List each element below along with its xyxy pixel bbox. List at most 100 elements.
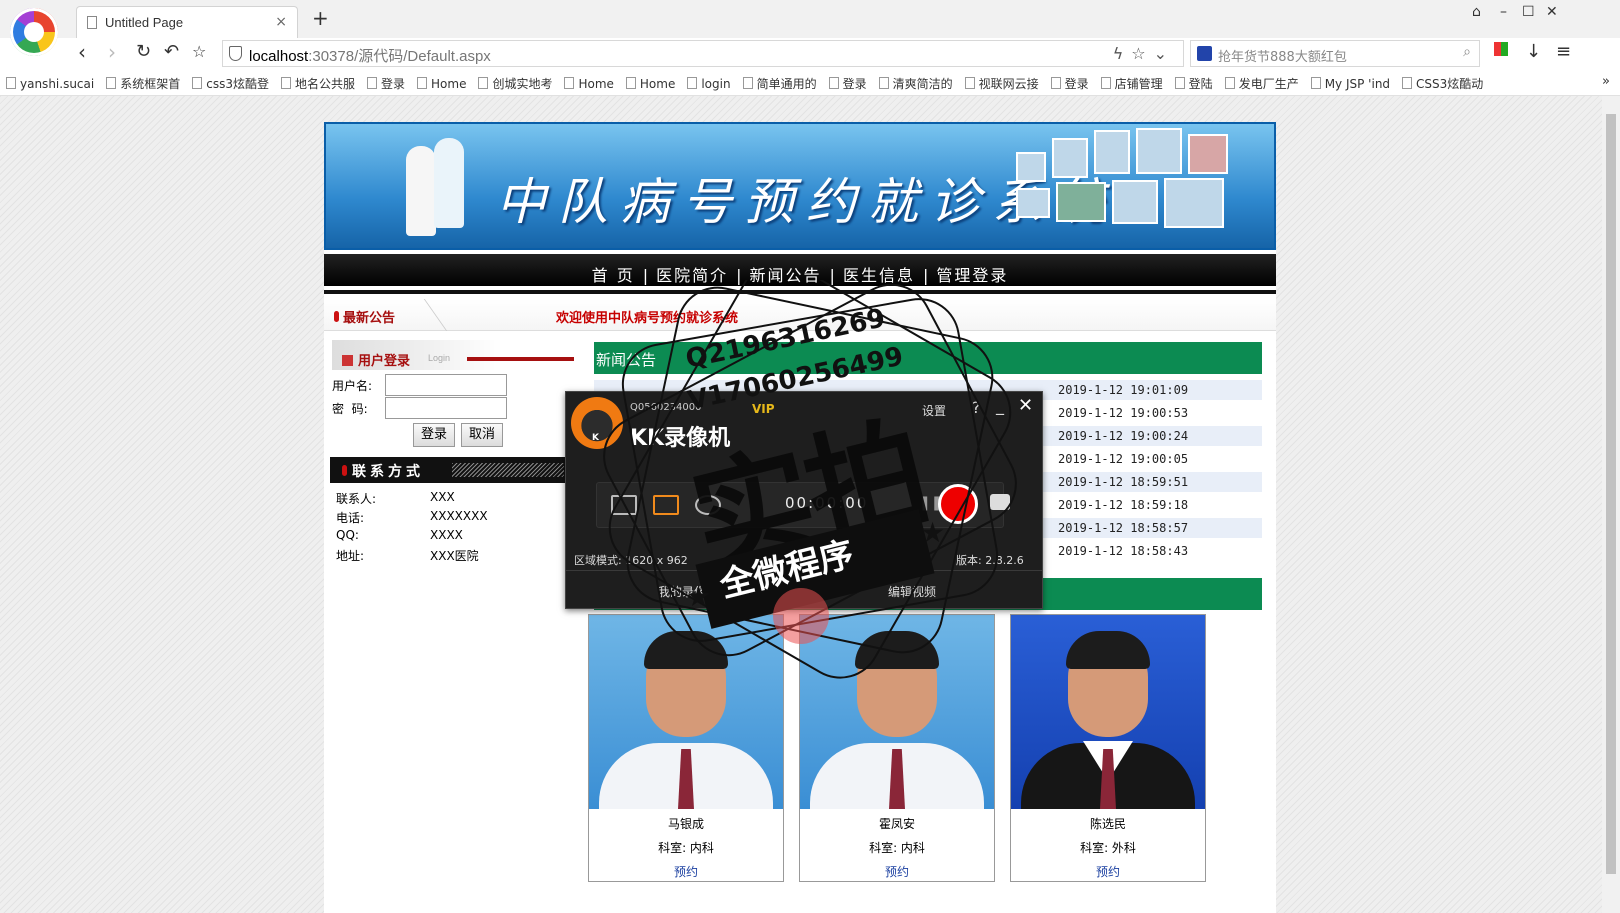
minimize-icon[interactable]: _ bbox=[996, 396, 1004, 415]
recorder-settings-button[interactable]: 设置 bbox=[922, 402, 946, 419]
notice-bar: 最新公告 欢迎使用中队病号预约就诊系统 bbox=[324, 299, 1276, 331]
pause-icon[interactable]: ❚❚ bbox=[919, 495, 942, 515]
bookmark-item[interactable]: Home bbox=[564, 77, 613, 91]
contact-header: 联系方式 bbox=[330, 457, 566, 483]
banner-photo bbox=[1188, 134, 1228, 174]
fullscreen-mode-icon[interactable] bbox=[611, 495, 637, 515]
bookmark-item[interactable]: 系统框架首 bbox=[106, 75, 180, 92]
recorder-account[interactable]: Q0560234000 bbox=[630, 402, 702, 413]
shirt-icon[interactable]: ⌂ bbox=[1472, 4, 1481, 20]
search-icon[interactable]: ⌕ bbox=[1463, 44, 1471, 60]
contact-value: XXX医院 bbox=[430, 549, 479, 563]
camera-icon[interactable] bbox=[990, 494, 1010, 510]
login-title: 用户登录 bbox=[342, 350, 410, 369]
browser-tab[interactable]: Untitled Page × bbox=[76, 6, 298, 38]
doctor-card: 霍凤安 科室: 内科 预约 bbox=[799, 614, 995, 882]
forward-icon[interactable]: › bbox=[108, 41, 116, 63]
menu-icon[interactable]: ≡ bbox=[1556, 41, 1571, 62]
contact-title: 联系方式 bbox=[342, 461, 424, 481]
bookmark-item[interactable]: 登录 bbox=[1051, 75, 1089, 92]
address-bar[interactable]: localhost:30378/源代码/Default.aspx ϟ☆⌄ bbox=[222, 40, 1184, 67]
address-actions[interactable]: ϟ☆⌄ bbox=[1113, 44, 1175, 63]
vertical-scrollbar[interactable] bbox=[1602, 96, 1620, 913]
scrollbar-thumb[interactable] bbox=[1606, 114, 1616, 874]
bookmark-item[interactable]: 店铺管理 bbox=[1101, 75, 1163, 92]
close-window-button[interactable]: ✕ bbox=[1546, 4, 1558, 20]
download-icon[interactable]: ↓ bbox=[1526, 41, 1541, 62]
news-date: 2019-1-12 18:59:18 bbox=[1058, 498, 1189, 512]
username-input[interactable] bbox=[385, 374, 507, 396]
bookmark-item[interactable]: yanshi.sucai bbox=[6, 77, 94, 91]
bookmark-item[interactable]: Home bbox=[626, 77, 675, 91]
news-date: 2019-1-12 18:58:43 bbox=[1058, 544, 1189, 558]
bookmark-item[interactable]: 清爽简洁的 bbox=[879, 75, 953, 92]
vip-badge: VIP bbox=[752, 402, 775, 416]
url-path: :30378/源代码/Default.aspx bbox=[308, 48, 491, 65]
contact-value: XXX bbox=[430, 490, 455, 504]
login-header: 用户登录 Login bbox=[332, 340, 574, 370]
cancel-button[interactable]: 取消 bbox=[461, 423, 503, 447]
nav-item[interactable]: 医生信息 bbox=[835, 262, 923, 286]
banner-photo bbox=[1094, 130, 1130, 174]
book-appointment-link[interactable]: 预约 bbox=[589, 863, 783, 880]
doctor-department: 科室: 外科 bbox=[1080, 841, 1136, 855]
raccoon-logo-icon bbox=[571, 397, 623, 449]
bookmark-item[interactable]: Home bbox=[417, 77, 466, 91]
book-appointment-link[interactable]: 预约 bbox=[1011, 863, 1205, 880]
bookmark-star-icon[interactable]: ☆ bbox=[192, 41, 206, 63]
browser-logo[interactable] bbox=[10, 8, 58, 56]
login-subtitle: Login bbox=[428, 353, 451, 363]
bookmarks-bar: yanshi.sucai 系统框架首 css3炫酷登 地名公共服 登录 Home 创城实地考… bbox=[0, 70, 1620, 96]
maximize-window-button[interactable]: ☐ bbox=[1522, 4, 1535, 20]
nav-item[interactable]: 新闻公告 bbox=[742, 262, 830, 286]
bookmark-item[interactable]: login bbox=[687, 77, 730, 91]
login-button[interactable]: 登录 bbox=[413, 423, 455, 447]
region-mode-icon[interactable] bbox=[653, 495, 679, 515]
bookmark-item[interactable]: 视联网云接 bbox=[965, 75, 1039, 92]
bookmarks-more-icon[interactable]: » bbox=[1602, 74, 1610, 89]
search-box[interactable]: 抢年货节888大额红包 ⌕ bbox=[1190, 40, 1480, 67]
password-input[interactable] bbox=[385, 397, 507, 419]
edit-video-tab[interactable]: 编辑视频 bbox=[888, 583, 936, 600]
book-appointment-link[interactable]: 预约 bbox=[800, 863, 994, 880]
undo-icon[interactable]: ↶ bbox=[164, 41, 179, 63]
bookmark-item[interactable]: 登陆 bbox=[1175, 75, 1213, 92]
bookmark-item[interactable]: css3炫酷登 bbox=[192, 75, 269, 92]
nav-item[interactable]: 医院简介 bbox=[648, 262, 736, 286]
search-engine-icon bbox=[1197, 46, 1212, 61]
webcam-mode-icon[interactable] bbox=[695, 495, 721, 515]
apps-icon[interactable] bbox=[1494, 42, 1508, 56]
bookmark-item[interactable]: 地名公共服 bbox=[281, 75, 355, 92]
shield-icon bbox=[229, 46, 242, 61]
new-tab-button[interactable]: + bbox=[312, 8, 329, 28]
news-date: 2019-1-12 19:01:09 bbox=[1058, 383, 1189, 397]
banner-doctor-figure bbox=[434, 138, 464, 228]
bookmark-item[interactable]: 简单通用的 bbox=[743, 75, 817, 92]
bookmark-item[interactable]: 创城实地考 bbox=[478, 75, 552, 92]
record-button[interactable] bbox=[938, 484, 978, 524]
search-input[interactable]: 抢年货节888大额红包 bbox=[1218, 46, 1347, 65]
browser-toolbar: ‹ › ↻ ↶ ☆ localhost:30378/源代码/Default.as… bbox=[0, 38, 1620, 68]
cursor-highlight bbox=[773, 588, 829, 644]
close-icon[interactable]: ✕ bbox=[1018, 395, 1033, 416]
bookmark-item[interactable]: 登录 bbox=[829, 75, 867, 92]
doctor-card: 马银成 科室: 内科 预约 bbox=[588, 614, 784, 882]
back-icon[interactable]: ‹ bbox=[78, 41, 86, 63]
main-nav-items: 首 页 | 医院简介 | 新闻公告 | 医生信息 | 管理登录 bbox=[324, 262, 1276, 286]
bookmark-item[interactable]: 登录 bbox=[367, 75, 405, 92]
bookmark-item[interactable]: 发电厂生产 bbox=[1225, 75, 1299, 92]
help-icon[interactable]: ? bbox=[972, 398, 981, 417]
nav-item[interactable]: 管理登录 bbox=[928, 262, 1016, 286]
doctor-card: 陈选民 科室: 外科 预约 bbox=[1010, 614, 1206, 882]
bookmark-item[interactable]: CSS3炫酷动 bbox=[1402, 75, 1483, 92]
kk-recorder-window[interactable]: Q0560234000 VIP KK录像机 设置 ? _ ✕ 00:00:00 … bbox=[565, 391, 1043, 609]
minimize-window-button[interactable]: – bbox=[1500, 4, 1507, 20]
reload-icon[interactable]: ↻ bbox=[136, 41, 151, 63]
contact-label: QQ: bbox=[336, 528, 359, 542]
my-videos-tab[interactable]: 我的录像 bbox=[658, 583, 706, 600]
close-tab-icon[interactable]: × bbox=[275, 14, 287, 30]
bookmark-item[interactable]: My JSP 'ind bbox=[1311, 77, 1390, 91]
news-title: 新闻公告 bbox=[596, 351, 657, 369]
login-rule bbox=[467, 357, 574, 361]
nav-item[interactable]: 首 页 bbox=[584, 262, 643, 286]
